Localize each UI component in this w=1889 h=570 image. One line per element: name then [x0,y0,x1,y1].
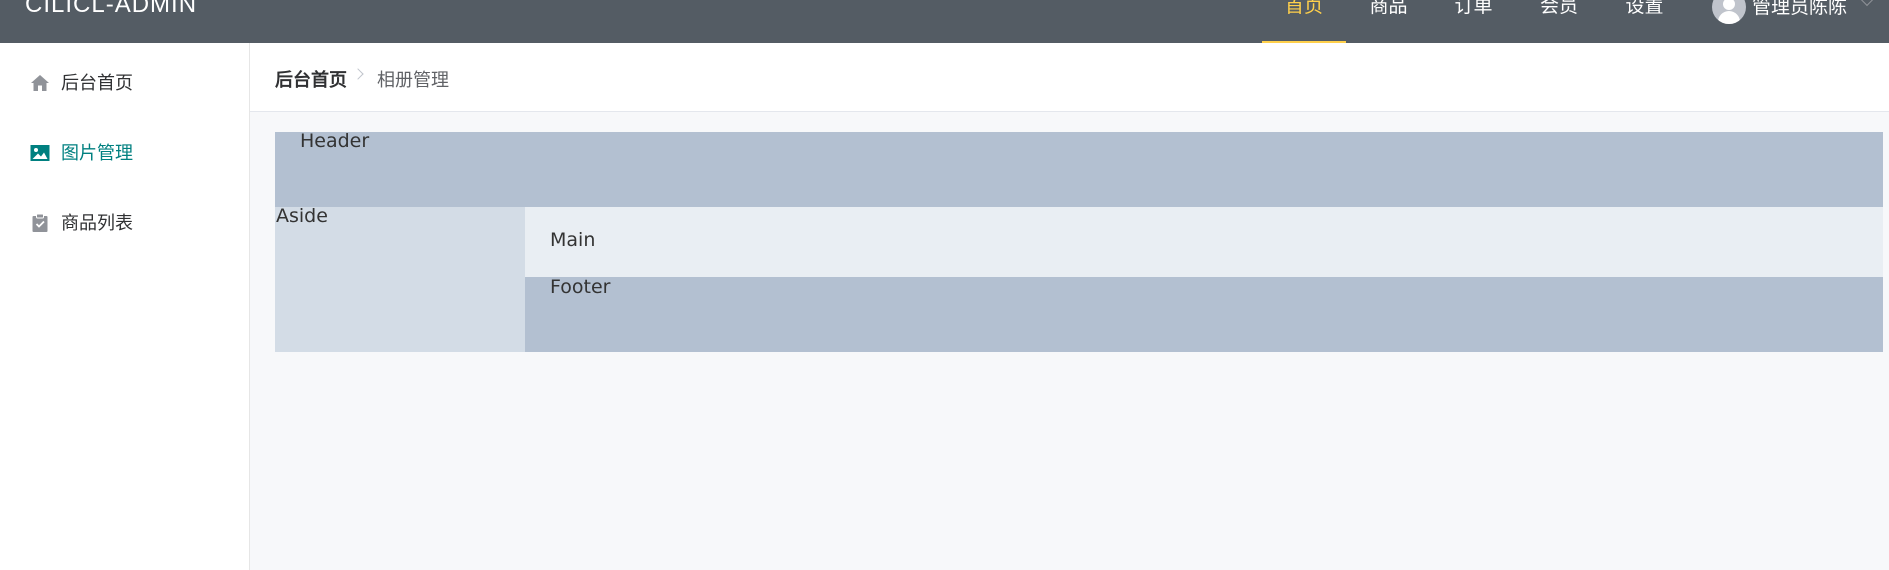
top-navbar: CILICL-ADMIN 首页 商品 订单 会员 设置 管理员陈陈 [0,0,1889,43]
layout-main-label: Main [550,229,596,251]
sidebar-item-images[interactable]: 图片管理 [0,124,249,180]
layout-header-label: Header [300,130,370,152]
layout-aside: Aside [275,205,525,352]
sidebar-item-dashboard[interactable]: 后台首页 [0,54,249,110]
chevron-down-icon[interactable] [1859,0,1875,7]
chevron-right-icon [352,68,364,80]
breadcrumb: 后台首页 相册管理 [250,43,1889,112]
sidebar: 后台首页 图片管理 商品列表 [0,43,250,570]
sidebar-item-label: 后台首页 [61,73,133,94]
nav-item-settings[interactable]: 设置 [1602,0,1687,43]
nav-item-home[interactable]: 首页 [1262,0,1346,43]
nav-item-orders[interactable]: 订单 [1431,0,1516,43]
layout-footer-label: Footer [550,276,611,298]
layout-main: Main [525,207,1883,277]
breadcrumb-home[interactable]: 后台首页 [275,66,347,92]
brand-logo[interactable]: CILICL-ADMIN [25,0,197,19]
sidebar-item-label: 图片管理 [61,143,133,164]
layout-container: Header Aside Main Footer [275,130,1883,352]
clipboard-icon [32,213,48,232]
nav-item-members[interactable]: 会员 [1516,0,1602,43]
sidebar-item-label: 商品列表 [61,213,133,234]
sidebar-item-product-list[interactable]: 商品列表 [0,194,249,250]
image-icon [30,145,50,161]
breadcrumb-current: 相册管理 [377,70,449,91]
user-avatar-icon[interactable] [1712,0,1746,24]
layout-footer: Footer [525,276,1883,352]
layout-header: Header [275,130,1883,207]
layout-aside-label: Aside [276,205,328,227]
home-icon [31,75,49,91]
nav-item-products[interactable]: 商品 [1346,0,1431,43]
user-name[interactable]: 管理员陈陈 [1752,0,1847,19]
